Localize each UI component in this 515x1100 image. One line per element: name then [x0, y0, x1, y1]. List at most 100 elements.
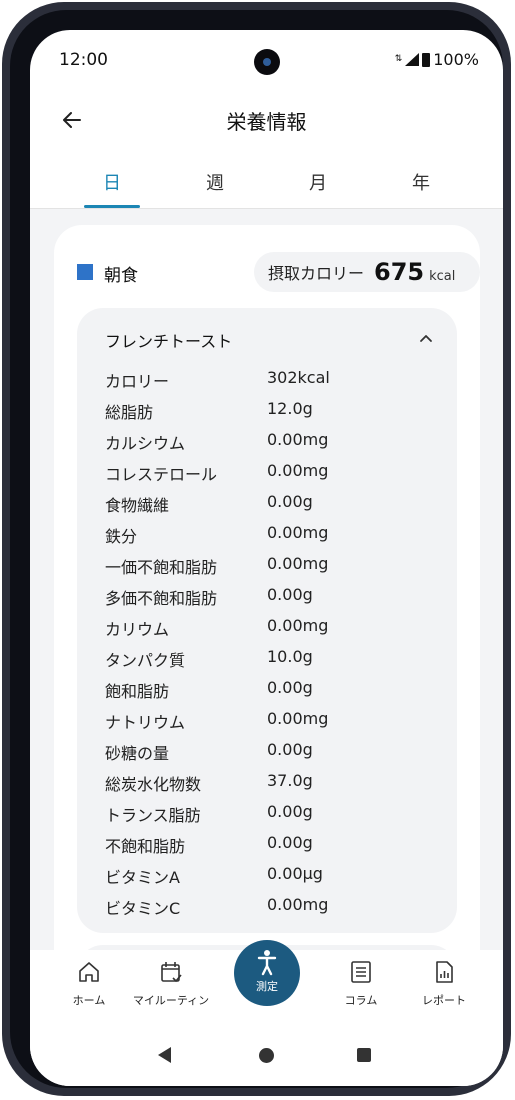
nutrient-label: 不飽和脂肪: [105, 837, 186, 856]
nutrient-list: カロリー 302kcal 総脂肪 12.0g カルシウム 0.00mg コレステロール…: [105, 368, 445, 926]
food-detail: フレンチトースト カロリー 302kcal 総脂肪 12.0g カルシウム 0.00m…: [77, 308, 457, 933]
system-recents-icon[interactable]: [357, 1048, 371, 1062]
nav-column-label: コラム: [344, 994, 378, 1007]
nutrient-row: カルシウム 0.00mg: [105, 430, 445, 461]
nutrient-value: 10.0g: [267, 647, 313, 666]
meal-name: 朝食: [104, 266, 138, 286]
nutrient-row: ビタミンC 0.00mg: [105, 895, 445, 926]
measure-label: 測定: [256, 980, 278, 993]
calendar-check-icon: [157, 958, 185, 986]
nutrient-label: 多価不飽和脂肪: [105, 589, 218, 608]
nav-routine-label: マイルーティン: [132, 994, 210, 1007]
nutrient-label: 一価不飽和脂肪: [105, 558, 218, 577]
camera-icon: [254, 49, 280, 75]
nutrient-row: ビタミンA 0.00μg: [105, 864, 445, 895]
period-tabs: 日 週 月 年: [30, 164, 503, 209]
meal-card: 朝食 摂取カロリー 675 kcal フレンチトースト カロリー 302kcal: [54, 225, 480, 977]
nutrient-value: 0.00mg: [267, 523, 329, 542]
nutrient-row: 総炭水化物数 37.0g: [105, 771, 445, 802]
nutrient-row: コレステロール 0.00mg: [105, 461, 445, 492]
measure-button[interactable]: 測定: [234, 940, 300, 1006]
bottom-navigation: ホーム マイルーティン 測定 コラム レポート: [30, 940, 503, 1028]
document-list-icon: [347, 958, 375, 986]
content-area[interactable]: 朝食 摂取カロリー 675 kcal フレンチトースト カロリー 302kcal: [30, 209, 503, 977]
app-header: 栄養情報: [30, 100, 503, 150]
nav-home[interactable]: ホーム: [43, 958, 135, 1008]
page-title: 栄養情報: [226, 110, 307, 134]
chevron-up-icon[interactable]: [419, 330, 433, 344]
nutrient-row: 多価不飽和脂肪 0.00g: [105, 585, 445, 616]
nutrient-value: 0.00g: [267, 833, 313, 852]
nutrient-row: 不飽和脂肪 0.00g: [105, 833, 445, 864]
nutrient-label: ビタミンC: [105, 899, 181, 918]
nav-report[interactable]: レポート: [398, 958, 490, 1008]
nutrient-value: 0.00mg: [267, 895, 329, 914]
nutrient-row: 砂糖の量 0.00g: [105, 740, 445, 771]
nutrient-row: 一価不飽和脂肪 0.00mg: [105, 554, 445, 585]
system-home-icon[interactable]: [259, 1048, 274, 1063]
nutrient-label: 総脂肪: [105, 403, 154, 422]
calorie-pill: 摂取カロリー 675 kcal: [254, 252, 480, 292]
phone-frame: 12:00 ⇅ 100% 栄養情報 日 週 月 年 朝食 摂取カロリー 675 …: [2, 2, 511, 1096]
nutrient-value: 0.00μg: [267, 864, 323, 883]
battery-percent: 100%: [433, 50, 479, 69]
nutrient-row: 鉄分 0.00mg: [105, 523, 445, 554]
report-chart-icon: [430, 958, 458, 986]
nutrient-label: 飽和脂肪: [105, 682, 170, 701]
nutrient-label: 総炭水化物数: [105, 775, 202, 794]
nutrient-value: 0.00mg: [267, 709, 329, 728]
nutrient-row: 食物繊維 0.00g: [105, 492, 445, 523]
nutrient-row: 飽和脂肪 0.00g: [105, 678, 445, 709]
battery-icon: [422, 52, 431, 67]
phone-bezel: 12:00 ⇅ 100% 栄養情報 日 週 月 年 朝食 摂取カロリー 675 …: [10, 10, 503, 1088]
nutrient-label: トランス脂肪: [105, 806, 201, 825]
calorie-label: 摂取カロリー: [268, 264, 365, 283]
tab-day[interactable]: 日: [67, 164, 157, 208]
tab-month[interactable]: 月: [273, 164, 363, 208]
tab-week[interactable]: 週: [170, 164, 260, 208]
nav-column[interactable]: コラム: [315, 958, 407, 1008]
nutrient-value: 37.0g: [267, 771, 313, 790]
nav-report-label: レポート: [422, 994, 466, 1007]
nutrient-label: ナトリウム: [105, 713, 186, 732]
home-icon: [75, 958, 103, 986]
nutrient-label: ビタミンA: [105, 868, 180, 887]
nutrient-value: 12.0g: [267, 399, 313, 418]
nutrient-value: 0.00g: [267, 585, 313, 604]
status-icons: ⇅ 100%: [395, 50, 479, 69]
nutrient-row: カロリー 302kcal: [105, 368, 445, 399]
nutrient-label: タンパク質: [105, 651, 186, 670]
data-arrows-icon: ⇅: [394, 54, 403, 64]
meal-color-square: [77, 264, 93, 280]
status-time: 12:00: [59, 50, 108, 70]
nutrient-row: ナトリウム 0.00mg: [105, 709, 445, 740]
person-icon: [257, 950, 277, 976]
nutrient-value: 0.00mg: [267, 461, 329, 480]
nav-home-label: ホーム: [72, 994, 106, 1007]
system-back-icon[interactable]: [158, 1047, 171, 1063]
tab-year[interactable]: 年: [376, 164, 466, 208]
nutrient-value: 0.00g: [267, 492, 313, 511]
nutrient-row: トランス脂肪 0.00g: [105, 802, 445, 833]
nutrient-value: 0.00g: [267, 678, 313, 697]
nutrient-row: 総脂肪 12.0g: [105, 399, 445, 430]
nutrient-value: 0.00mg: [267, 616, 329, 635]
calorie-value: 675: [374, 258, 425, 286]
nutrient-row: カリウム 0.00mg: [105, 616, 445, 647]
nutrient-value: 0.00mg: [267, 430, 329, 449]
screen: 12:00 ⇅ 100% 栄養情報 日 週 月 年 朝食 摂取カロリー 675 …: [30, 30, 503, 1086]
food-name: フレンチトースト: [105, 332, 233, 351]
nutrient-label: コレステロール: [105, 465, 218, 484]
nutrient-row: タンパク質 10.0g: [105, 647, 445, 678]
signal-icon: [405, 53, 420, 66]
nutrient-label: 食物繊維: [105, 496, 170, 515]
nutrient-value: 0.00g: [267, 740, 313, 759]
system-navigation: [30, 1028, 503, 1086]
nutrient-value: 0.00mg: [267, 554, 329, 573]
nutrient-value: 0.00g: [267, 802, 313, 821]
nutrient-label: カリウム: [105, 620, 170, 639]
nav-routine[interactable]: マイルーティン: [125, 958, 217, 1008]
status-bar: 12:00 ⇅ 100%: [30, 30, 503, 86]
nutrient-label: カルシウム: [105, 434, 186, 453]
nutrient-label: 鉄分: [105, 527, 138, 546]
